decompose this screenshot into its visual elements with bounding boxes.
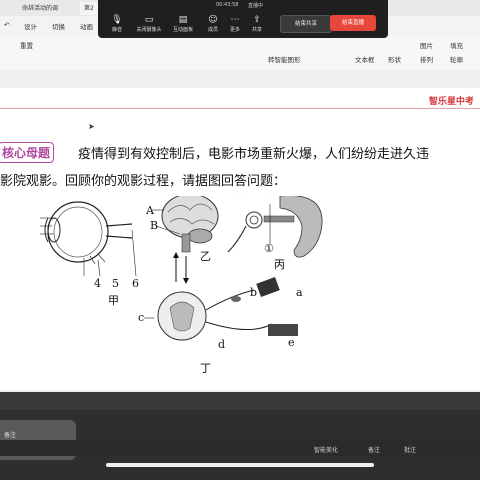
ribbon-shape[interactable]: 形状	[388, 54, 401, 64]
ribbon-fill[interactable]: 填充	[450, 40, 463, 50]
notes-label: 备注	[4, 432, 17, 439]
annotation-button[interactable]: 备注	[368, 445, 380, 454]
spinal-label-e: e	[288, 336, 295, 349]
ribbon-arrange[interactable]: 排列	[420, 54, 433, 64]
ribbon-picture[interactable]: 图片	[420, 40, 433, 50]
ribbon: 重置 文本框 形状 排列 图片 填充 轮廓 转智能图形	[0, 36, 480, 71]
ear-figure	[227, 196, 323, 258]
camera-button[interactable]: ▭ 关闭摄像头	[136, 14, 162, 33]
meeting-live-status: 直播中	[248, 3, 264, 9]
spinal-label-a: a	[296, 286, 303, 299]
eye-label-5: 5	[112, 277, 119, 290]
meeting-toolbar: 00:43:58 直播中 🎙 静音 ▭ 关闭摄像头 ▤ 互动面板 ☺ 成员 ⋯ 更多 ⇪ 共…	[98, 0, 388, 38]
spinal-cord-figure	[144, 277, 298, 341]
eye-label-6: 6	[132, 277, 139, 290]
stop-share-button[interactable]: 结束共享	[280, 15, 332, 33]
mute-button[interactable]: 🎙 静音	[104, 14, 130, 33]
comment-button[interactable]: 批注	[404, 445, 416, 454]
mouse-cursor-icon: ➤	[88, 122, 95, 131]
menu-back-icon[interactable]: ↶	[4, 21, 9, 29]
ribbon-textbox[interactable]: 文本框	[355, 54, 375, 64]
brand-logo: 智乐星中考	[428, 97, 474, 107]
ear-label-3: ③	[242, 196, 252, 199]
figure-label-bing: 丙	[274, 258, 285, 271]
eye-figure	[40, 201, 137, 277]
ear-label-4: ④	[228, 196, 238, 199]
share-button[interactable]: ⇪ 共享	[244, 14, 270, 33]
ribbon-outline[interactable]: 轮廓	[450, 54, 463, 64]
meeting-timer: 00:43:58	[216, 2, 239, 8]
end-live-button[interactable]: 结束直播	[330, 15, 376, 31]
ear-label-2: ②	[264, 196, 274, 199]
bottom-toolbar: 智能美化 备注 批注	[0, 440, 480, 456]
slide[interactable]: 智乐星中考 ➤ 核心母题 疫情得到有效控制后，电影市场重新火爆，人们纷纷走进久违…	[0, 88, 480, 390]
eye-label-4: 4	[94, 277, 101, 290]
question-line-1: 疫情得到有效控制后，电影市场重新火爆，人们纷纷走进久违	[78, 147, 430, 162]
brain-label-B: B	[150, 219, 158, 232]
interaction-icon: ▤	[178, 15, 188, 25]
doc-tab-2[interactable]: 第2	[80, 2, 98, 15]
share-icon: ⇪	[253, 15, 261, 25]
question-line-2: 影院观影。回顾你的观影过程，请据图回答问题：	[0, 174, 287, 189]
interaction-button[interactable]: ▤ 互动面板	[170, 14, 196, 33]
spinal-label-d: d	[218, 338, 225, 351]
question-label: 核心母题	[0, 142, 55, 163]
ear-label-1: ①	[264, 242, 274, 255]
status-bar	[0, 392, 480, 410]
brain-figure	[152, 196, 219, 253]
smart-beautify-button[interactable]: 智能美化	[314, 445, 338, 454]
home-indicator	[106, 463, 374, 467]
ribbon-reset[interactable]: 重置	[20, 40, 33, 50]
menu-design[interactable]: 设计	[24, 21, 37, 31]
doc-tab[interactable]: 命辞活动的调	[18, 2, 62, 15]
spinal-label-c: c	[138, 311, 144, 324]
menu-transition[interactable]: 切换	[52, 21, 65, 31]
camera-icon: ▭	[144, 15, 154, 25]
menu-animation[interactable]: 动画	[80, 21, 93, 31]
ribbon-smart-graphic[interactable]: 转智能图形	[268, 54, 301, 64]
spinal-label-b: b	[250, 286, 257, 299]
figure-label-jia: 甲	[108, 294, 119, 307]
brand-divider	[0, 108, 480, 109]
figure-label-ding: 丁	[200, 362, 211, 374]
figure-label-yi: 乙	[200, 250, 211, 263]
biology-diagram: 1 2 3 4 5 6 甲 A B 乙 ④ ③ ② ①	[40, 196, 323, 374]
brain-label-A: A	[145, 204, 155, 217]
microphone-icon: 🎙	[111, 15, 123, 25]
